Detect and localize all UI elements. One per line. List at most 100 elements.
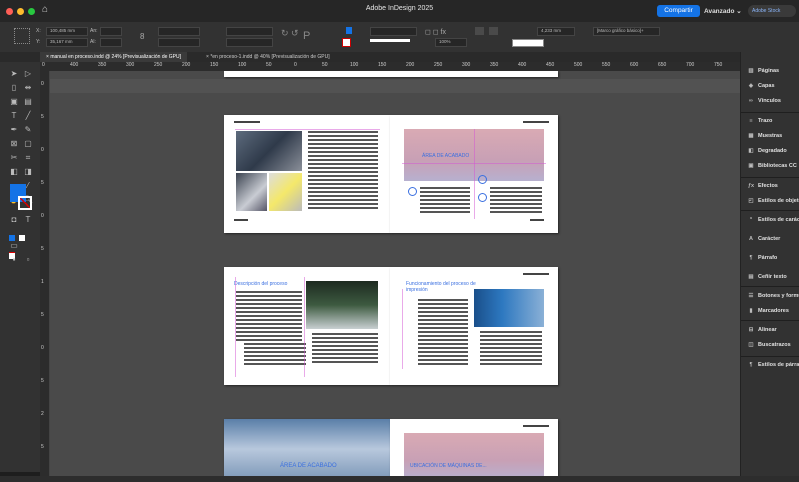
photo-factory[interactable] xyxy=(306,281,378,329)
body-text-frame[interactable] xyxy=(236,291,302,341)
direct-selection-tool-icon[interactable]: ▷ xyxy=(22,68,34,80)
rotate-icon[interactable]: ↻ ↺ xyxy=(281,28,299,39)
panel-gradient[interactable]: ◧ Degradado xyxy=(747,148,787,154)
panel-cc-libraries[interactable]: ▣ Bibliotecas CC xyxy=(747,163,796,169)
panel-label: Efectos xyxy=(758,183,778,189)
content-placer-icon[interactable]: ▤ xyxy=(22,96,34,108)
free-transform-tool-icon[interactable]: ⌗ xyxy=(22,152,34,164)
preview-mode-icon[interactable]: ▪ xyxy=(8,254,20,266)
h-ruler-tick-label: 400 xyxy=(518,62,527,68)
tab-manual-en-proceso[interactable]: × manual en proceso.indd @ 24% [Previsua… xyxy=(40,52,188,62)
gradient-swatch-tool-icon[interactable]: ◧ xyxy=(8,166,20,178)
share-button[interactable]: Compartir xyxy=(657,5,700,17)
stroke-color-swatch[interactable] xyxy=(18,196,32,210)
photo-workers-3[interactable] xyxy=(269,173,302,211)
shear-field[interactable] xyxy=(226,38,273,47)
ubicacion-image[interactable] xyxy=(404,433,544,476)
list-text-frame[interactable] xyxy=(244,343,306,365)
pointer-p-icon[interactable]: P xyxy=(303,30,310,42)
opacity-field[interactable]: 100% xyxy=(435,38,467,47)
formatting-text-icon[interactable]: T xyxy=(22,214,34,226)
photo-workers-2[interactable] xyxy=(236,173,267,211)
panel-stroke[interactable]: ≡ Trazo xyxy=(747,118,772,124)
type-tool-icon[interactable]: T xyxy=(8,110,20,122)
stroke-select[interactable] xyxy=(370,27,417,36)
wrap-icon-2[interactable] xyxy=(489,27,498,35)
scale-y-field[interactable] xyxy=(158,38,200,47)
x-field[interactable]: 100,485 mm xyxy=(46,27,88,36)
pen-tool-icon[interactable]: ✒ xyxy=(8,124,20,136)
body-text-frame[interactable] xyxy=(308,131,378,211)
gap-tool-icon[interactable]: ⇹ xyxy=(22,82,34,94)
panel-object-styles[interactable]: ◰ Estilos de objeto xyxy=(747,198,799,204)
height-field[interactable] xyxy=(100,38,122,47)
spread-1-left-page[interactable] xyxy=(224,115,390,233)
spread-3-left-page[interactable]: ÁREA DE ACABADO xyxy=(224,419,390,476)
constrain-link-icon[interactable]: 8 xyxy=(140,32,144,41)
scissors-tool-icon[interactable]: ✂ xyxy=(8,152,20,164)
object-style-select[interactable]: [Marco gráfico básico]+ xyxy=(593,27,660,36)
panel-pathfinder[interactable]: ◫ Buscatrazos xyxy=(747,342,790,348)
photo-printing-press[interactable] xyxy=(474,289,544,327)
body-text-frame[interactable] xyxy=(420,187,470,215)
document-canvas[interactable]: ÁREA DE ACABADO Descripción del proceso … xyxy=(50,71,740,476)
panel-layers[interactable]: ◈ Capas xyxy=(747,83,775,89)
body-text-frame[interactable] xyxy=(490,187,542,215)
rotate-field[interactable] xyxy=(226,27,273,36)
line-tool-icon[interactable]: ╱ xyxy=(22,110,34,122)
width-field[interactable] xyxy=(100,27,122,36)
stroke-swatch[interactable] xyxy=(342,38,351,47)
panel-buttons-forms[interactable]: ☰ Botones y formularios xyxy=(747,293,799,299)
bleed-mode-icon[interactable]: ▫ xyxy=(22,254,34,266)
panel-pages[interactable]: ▥ Páginas xyxy=(747,68,779,74)
stroke-style-preview[interactable] xyxy=(512,39,544,47)
reference-point-icon[interactable] xyxy=(14,28,30,44)
panel-swatches[interactable]: ▦ Muestras xyxy=(747,133,782,139)
panel-paragraph[interactable]: ¶ Párrafo xyxy=(747,255,777,261)
height-label: Al: xyxy=(90,39,96,45)
formatting-container-icon[interactable]: ◘ xyxy=(8,214,20,226)
stock-search-input[interactable]: Adobe Stock xyxy=(748,5,796,17)
vertical-ruler[interactable]: 0 5 0 5 0 5 1 5 0 5 2 5 xyxy=(40,71,50,476)
selection-tool-icon[interactable]: ➤ xyxy=(8,68,20,80)
spread-2-right-page[interactable]: Funcionamiento del proceso de impresión xyxy=(390,267,558,385)
bullet-icon xyxy=(408,187,417,196)
stroke-weight-field[interactable]: 4,233 mm xyxy=(537,27,575,36)
spread-1-right-page[interactable]: ÁREA DE ACABADO xyxy=(390,115,558,233)
frame-fit-icons[interactable]: ◻ ◻ fx xyxy=(425,28,446,36)
screen-mode-icon[interactable]: ▭ xyxy=(8,240,20,252)
rectangle-frame-tool-icon[interactable]: ⊠ xyxy=(8,138,20,150)
apply-color-icons[interactable] xyxy=(9,228,33,259)
panel-label: Degradado xyxy=(758,148,787,154)
panel-links[interactable]: ∞ Vínculos xyxy=(747,98,781,104)
panel-para-styles[interactable]: ¶ Estilos de párrafo xyxy=(747,362,799,368)
y-field[interactable]: 35,167 mm xyxy=(46,38,88,47)
previous-spread[interactable] xyxy=(224,71,558,77)
stroke-type-preview[interactable] xyxy=(370,39,410,42)
photo-workers-1[interactable] xyxy=(236,131,302,171)
tab-en-proceso-1[interactable]: × *en proceso-1.indd @ 40% [Previsualiza… xyxy=(200,52,336,62)
h-ruler-tick-label: 100 xyxy=(238,62,247,68)
workspace-switcher[interactable]: Avanzado ⌄ xyxy=(704,7,742,15)
rectangle-tool-icon[interactable]: ▢ xyxy=(22,138,34,150)
spread-3-right-page[interactable]: UBICACIÓN DE MÁQUINAS DE... xyxy=(390,419,558,476)
fill-swatch[interactable] xyxy=(346,27,352,34)
panel-effects[interactable]: ƒx Efectos xyxy=(747,183,778,189)
scale-x-field[interactable] xyxy=(158,27,200,36)
v-ruler-tick-label: 5 xyxy=(41,246,44,252)
pencil-tool-icon[interactable]: ✎ xyxy=(22,124,34,136)
body-text-frame[interactable] xyxy=(312,333,378,365)
panel-bookmarks[interactable]: ▮ Marcadores xyxy=(747,308,788,314)
panel-text-wrap[interactable]: ▤ Ceñir texto xyxy=(747,274,786,280)
panel-char-styles[interactable]: ª Estilos de carácter xyxy=(747,217,799,223)
gradient-feather-tool-icon[interactable]: ◨ xyxy=(22,166,34,178)
page-tool-icon[interactable]: ▯ xyxy=(8,82,20,94)
document-tabs: × manual en proceso.indd @ 24% [Previsua… xyxy=(0,52,740,62)
body-text-frame[interactable] xyxy=(480,331,542,367)
list-text-frame[interactable] xyxy=(418,299,468,365)
panel-character[interactable]: A Carácter xyxy=(747,236,780,242)
spread-2-left-page[interactable]: Descripción del proceso xyxy=(224,267,390,385)
wrap-icon[interactable] xyxy=(475,27,484,35)
panel-align[interactable]: ⊟ Alinear xyxy=(747,327,777,333)
content-collector-icon[interactable]: ▣ xyxy=(8,96,20,108)
